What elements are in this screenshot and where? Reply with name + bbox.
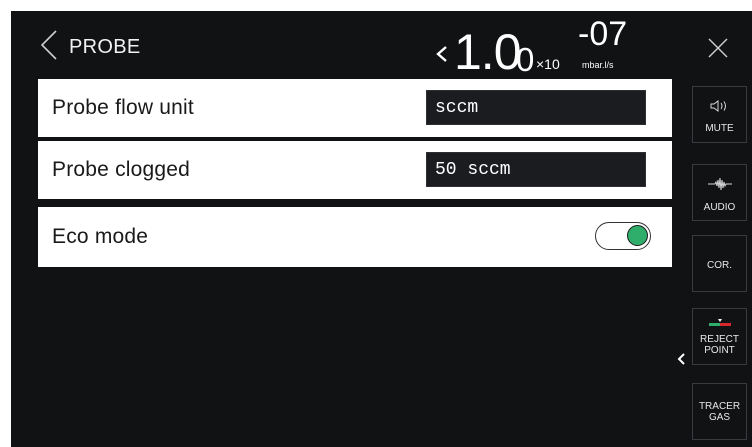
setting-label: Eco mode	[52, 225, 149, 248]
leak-rate-mantissa: 1.0	[454, 24, 522, 80]
probe-clogged-field[interactable]: 50 sccm	[426, 152, 646, 187]
setting-label: Probe flow unit	[52, 96, 194, 119]
toggle-knob	[627, 225, 648, 246]
audio-button[interactable]: AUDIO	[692, 164, 747, 221]
waveform-icon	[693, 177, 746, 191]
close-button[interactable]	[687, 17, 749, 79]
setting-row-eco-mode[interactable]: Eco mode	[38, 207, 672, 267]
reject-marker-icon	[693, 319, 746, 327]
tracer-gas-button[interactable]: TRACER GAS	[692, 383, 747, 440]
leak-rate-multiplier: ×10	[536, 56, 560, 72]
page-title: PROBE	[69, 35, 141, 58]
collapse-panel-button[interactable]	[674, 348, 688, 370]
cor-label: COR.	[707, 260, 732, 271]
probe-screen: PROBE 1.0 0 ×10 -07 mbar.l/s Probe flow …	[11, 11, 752, 447]
setting-label: Probe clogged	[52, 158, 191, 181]
setting-row-probe-flow-unit[interactable]: Probe flow unit sccm	[38, 79, 672, 137]
correction-button[interactable]: COR.	[692, 235, 747, 292]
audio-label: AUDIO	[703, 202, 736, 213]
back-button[interactable]: PROBE	[39, 29, 179, 65]
reject-point-label: REJECT POINT	[693, 334, 746, 356]
close-icon	[708, 38, 728, 58]
mute-label: MUTE	[705, 123, 734, 134]
probe-flow-unit-field[interactable]: sccm	[426, 90, 646, 125]
eco-mode-toggle[interactable]	[595, 222, 651, 250]
reject-label-line2: POINT	[704, 345, 735, 356]
leak-rate-unit: mbar.l/s	[582, 60, 614, 70]
setting-row-probe-clogged[interactable]: Probe clogged 50 sccm	[38, 141, 672, 199]
leak-rate-exponent: -07	[578, 15, 628, 53]
tracer-label-line1: TRACER	[698, 401, 741, 412]
chevron-left-icon	[39, 29, 59, 66]
tracer-gas-label: TRACER GAS	[693, 401, 746, 423]
leak-rate-trailing-digit: 0	[516, 41, 535, 78]
tracer-label-line2: GAS	[708, 412, 731, 423]
reject-label-line1: REJECT	[700, 334, 739, 345]
reject-point-button[interactable]: REJECT POINT	[692, 308, 747, 365]
leak-rate-readout: 1.0 0 ×10 -07 mbar.l/s	[436, 17, 656, 79]
mute-button[interactable]: MUTE	[692, 86, 747, 143]
chevron-left-icon	[677, 353, 685, 365]
speaker-icon	[693, 99, 746, 113]
less-than-indicator-icon	[436, 46, 447, 62]
side-rail: MUTE AUDIO COR. REJECT POINT TRACER GAS	[687, 11, 752, 447]
